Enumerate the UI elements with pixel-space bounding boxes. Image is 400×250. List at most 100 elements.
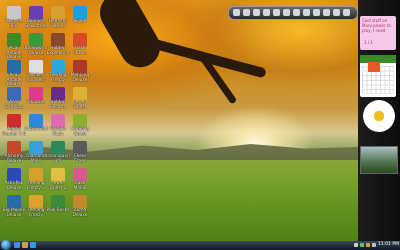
app-icon: [73, 87, 87, 101]
app-icon: [51, 60, 65, 74]
desktop-icon[interactable]: Jewel Quest 2: [46, 168, 70, 191]
app-icon: [7, 141, 21, 155]
desktop-icon[interactable]: AstroPop Deluxe: [2, 168, 26, 191]
show-desktop-icon[interactable]: [14, 242, 20, 248]
desktop-icon[interactable]: Chuzzle: [24, 87, 48, 106]
gadget-toolbar[interactable]: [228, 6, 358, 20]
desktop-icon[interactable]: Bookworm Deluxe: [24, 33, 48, 56]
start-button[interactable]: [1, 240, 11, 250]
desktop-icon[interactable]: Feeding Frenzy: [24, 195, 48, 218]
skype-icon[interactable]: [30, 242, 36, 248]
app-icon: [7, 87, 21, 101]
desktop-icon-label: Insaniquarium: [46, 154, 70, 164]
network-icon[interactable]: [360, 243, 364, 247]
app-icon: [73, 6, 87, 20]
toolbar-icon[interactable]: [293, 9, 300, 16]
desktop-icon[interactable]: Hamster Heroes: [46, 6, 70, 29]
desktop-icon-label: AstroPop Deluxe: [4, 181, 24, 191]
toolbar-icon[interactable]: [303, 9, 310, 16]
desktop-icon-label: Bookworm Deluxe: [24, 46, 48, 56]
desktop-icon-label: Chuzzle: [27, 100, 45, 105]
desktop-icon-label: Skype: [73, 19, 87, 24]
toolbar-icon[interactable]: [283, 9, 290, 16]
desktop-icon[interactable]: Chicken Invaders: [24, 60, 48, 83]
desktop-icon-label: Flash Puzzle: [73, 46, 87, 56]
app-icon: [51, 195, 65, 209]
desktop-icon-label: Cake Mania: [73, 181, 87, 191]
desktop-icon-label: Acai Arcade Deluxe: [6, 46, 22, 61]
app-icon: [29, 141, 43, 155]
desktop-icon-label: Cubis Gold: [24, 127, 48, 132]
desktop-icon[interactable]: Fashion Rush: [46, 114, 70, 137]
desktop-icon[interactable]: Hidden Secrets: [46, 87, 70, 110]
desktop-icon[interactable]: Big Money Deluxe: [2, 195, 26, 218]
desktop-icon[interactable]: Hidden Expedition: [46, 33, 70, 56]
desktop-icon[interactable]: Jewel Quest: [68, 87, 92, 110]
desktop-icon[interactable]: Diamond Mine: [24, 141, 48, 164]
app-icon: [29, 195, 43, 209]
app-icon: [7, 33, 21, 47]
desktop-icon-label: Recycle Bin: [5, 19, 23, 29]
app-icon: [29, 33, 43, 47]
desktop-icon[interactable]: Feeding Frenzy: [46, 60, 70, 83]
toolbar-icon[interactable]: [313, 9, 320, 16]
wallpaper-tree-trunk: [92, 0, 168, 75]
toolbar-icon[interactable]: [263, 9, 270, 16]
note-navigation[interactable]: 1 / 1: [364, 40, 373, 45]
desktop-icon[interactable]: Pool Rocks: [46, 195, 70, 214]
app-icon: [73, 33, 87, 47]
toolbar-icon[interactable]: [273, 9, 280, 16]
desktop-icon[interactable]: Bonnie's Bookstore: [24, 6, 48, 29]
browser-icon[interactable]: [22, 242, 28, 248]
toolbar-icon[interactable]: [243, 9, 250, 16]
clock[interactable]: 11:01 PM: [378, 242, 399, 247]
app-icon: [73, 168, 87, 182]
toolbar-icon[interactable]: [233, 9, 240, 16]
volume-icon[interactable]: [354, 243, 358, 247]
desktop-icon[interactable]: Mahjong Quest: [68, 114, 92, 137]
app-icon: [29, 60, 43, 74]
desktop-icon[interactable]: Flash Puzzle: [68, 33, 92, 56]
desktop-icon[interactable]: Adobe Reader 7.0: [2, 114, 26, 137]
desktop-icon-label: Feeding Frenzy: [27, 208, 45, 218]
toolbar-icon[interactable]: [333, 9, 340, 16]
desktop-icon[interactable]: Acai Arcade Deluxe: [2, 60, 26, 88]
desktop-icon[interactable]: Acer GridVista: [2, 87, 26, 110]
desktop-icon[interactable]: Alchemy Deluxe: [2, 141, 26, 164]
battery-icon[interactable]: [366, 243, 370, 247]
desktop-icon-label: Bonnie's Bookstore: [25, 19, 47, 29]
desktop-icon[interactable]: Acai Arcade Deluxe: [2, 33, 26, 61]
desktop-icon[interactable]: Insaniquarium: [46, 141, 70, 164]
note-text: Cool stuff on Mary-power to play, I need: [362, 18, 391, 33]
app-icon: [51, 33, 65, 47]
desktop-icon-label: Big Money Deluxe: [2, 208, 26, 218]
app-icon: [51, 114, 65, 128]
desktop-icon-label: Jewel Quest: [73, 100, 87, 110]
desktop-icon-label: Adobe Reader 7.0: [2, 127, 26, 137]
desktop-icon-label: Acai Arcade Deluxe: [6, 73, 22, 88]
slideshow-gadget[interactable]: [360, 146, 398, 174]
app-icon: [51, 6, 65, 20]
desktop-icon[interactable]: Recycle Bin: [2, 6, 26, 29]
app-icon: [7, 114, 21, 128]
desktop-icon-label: Feeding Frenzy 2: [26, 181, 46, 191]
desktop-icon-label: Pool Rocks: [46, 208, 70, 213]
desktop-icon-label: Mahjong Quest: [70, 127, 90, 137]
toolbar-icon[interactable]: [253, 9, 260, 16]
desktop-icon[interactable]: Zuma Deluxe: [68, 195, 92, 218]
desktop-icon[interactable]: Cubis Gold: [24, 114, 48, 133]
desktop-icon[interactable]: Feeding Frenzy 2: [24, 168, 48, 191]
desktop-icon[interactable]: Mahjong Deluxe: [68, 60, 92, 83]
desktop-icon[interactable]: Skype: [68, 6, 92, 25]
flower-picture-gadget[interactable]: [363, 100, 395, 132]
desktop-icon-label: Chicken Invaders: [26, 73, 46, 83]
app-icon: [29, 114, 43, 128]
desktop-icon-label: Diamond Mine: [26, 154, 46, 164]
app-icon: [29, 6, 43, 20]
desktop-icon[interactable]: Chess Titans: [68, 141, 92, 164]
tray-icon[interactable]: [372, 243, 376, 247]
desktop-icon-label: Hidden Secrets: [50, 100, 66, 110]
toolbar-icon[interactable]: [343, 9, 350, 16]
toolbar-icon[interactable]: [323, 9, 330, 16]
desktop-icon[interactable]: Cake Mania: [68, 168, 92, 191]
